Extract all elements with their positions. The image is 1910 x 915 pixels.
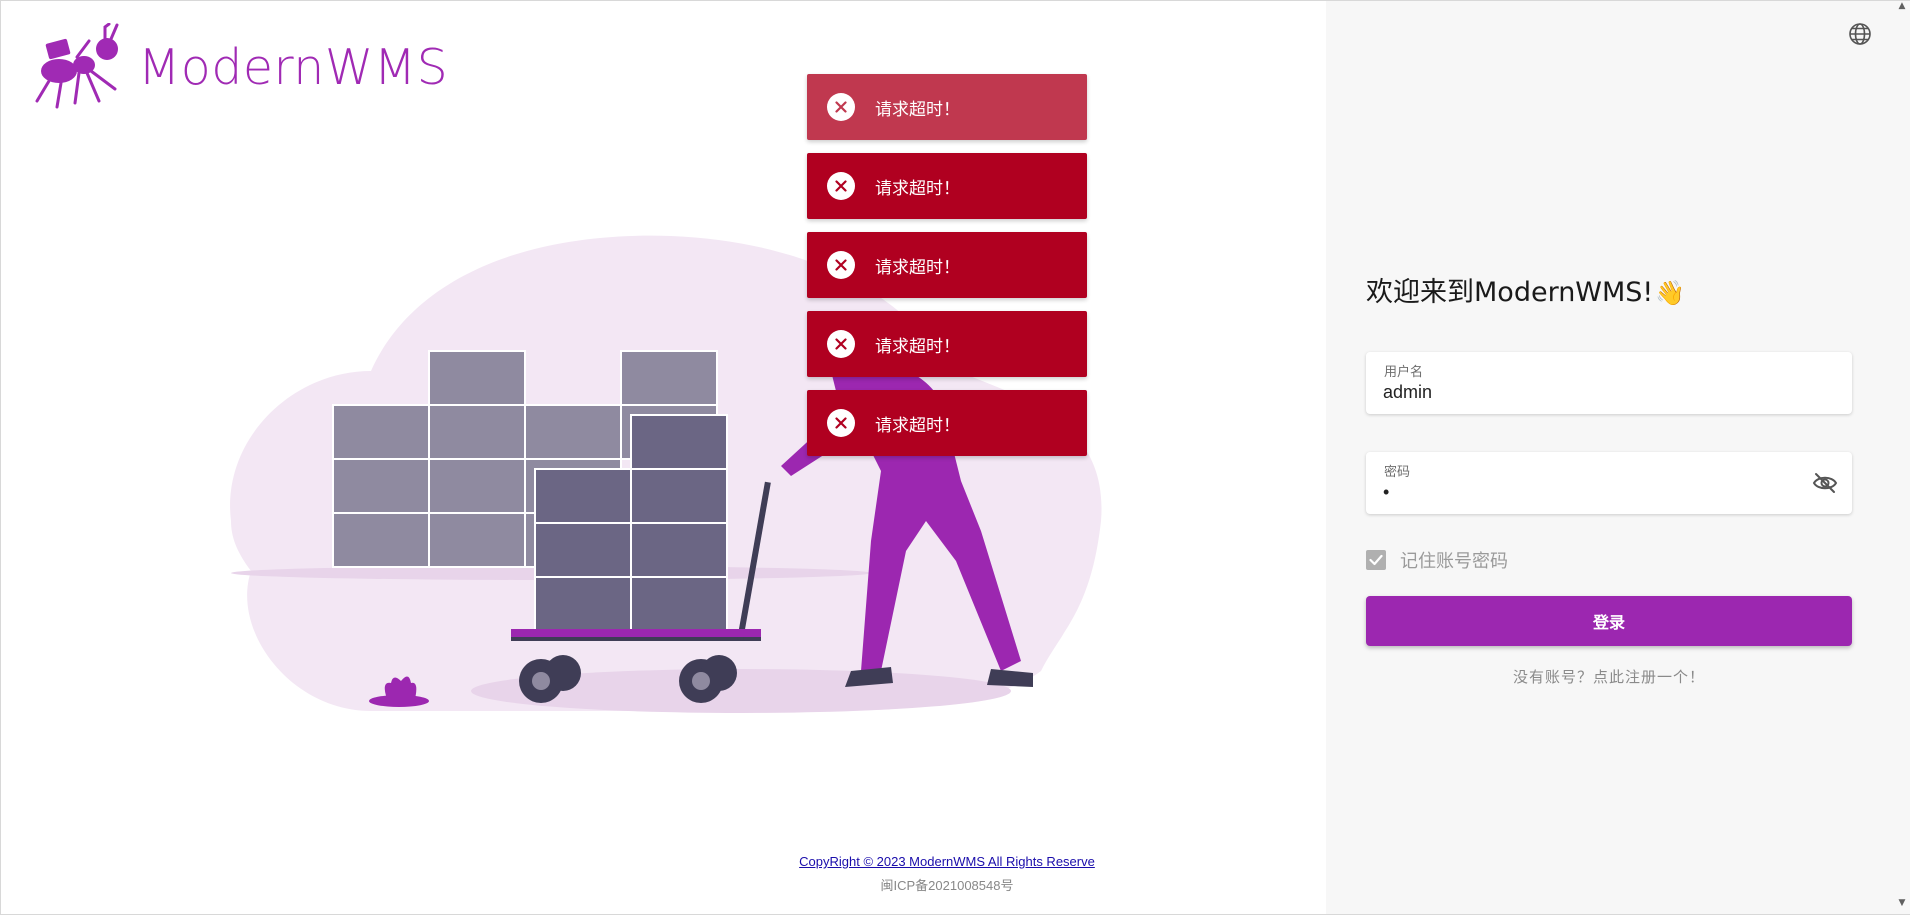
- scroll-down-arrow[interactable]: ▼: [1896, 898, 1908, 910]
- username-field[interactable]: 用户名: [1366, 352, 1852, 414]
- error-toast[interactable]: 请求超时！: [807, 390, 1087, 456]
- error-toast[interactable]: 请求超时！: [807, 74, 1087, 140]
- toast-message: 请求超时！: [875, 336, 960, 357]
- eye-off-icon[interactable]: [1812, 472, 1838, 494]
- welcome-heading: 欢迎来到ModernWMS!👋: [1366, 270, 1685, 309]
- toast-message: 请求超时！: [875, 257, 960, 278]
- error-toast[interactable]: 请求超时！: [807, 232, 1087, 298]
- scroll-up-arrow[interactable]: ▲: [1896, 1, 1908, 13]
- remember-checkbox[interactable]: [1366, 550, 1386, 570]
- remember-label: 记住账号密码: [1400, 551, 1508, 572]
- error-toast[interactable]: 请求超时！: [807, 153, 1087, 219]
- globe-icon[interactable]: [1848, 22, 1872, 46]
- toast-message: 请求超时！: [875, 178, 960, 199]
- password-field[interactable]: 密码: [1366, 452, 1852, 514]
- waving-hand-icon: 👋: [1655, 279, 1686, 307]
- brand-name: ModernWMS: [138, 39, 449, 96]
- left-panel: ModernWMS 请求超时！ 请求超时！ 请求超时！ 请求超时！ 请求超时！ …: [1, 1, 1326, 914]
- close-circle-icon[interactable]: [827, 409, 855, 437]
- register-link[interactable]: 没有账号？点此注册一个！: [1366, 666, 1852, 687]
- toast-message: 请求超时！: [875, 99, 960, 120]
- close-circle-icon[interactable]: [827, 93, 855, 121]
- username-input[interactable]: [1383, 382, 1803, 403]
- close-circle-icon[interactable]: [827, 251, 855, 279]
- welcome-text: 欢迎来到ModernWMS!: [1366, 277, 1654, 308]
- close-circle-icon[interactable]: [827, 330, 855, 358]
- ant-logo-icon: [35, 23, 119, 109]
- error-toast[interactable]: 请求超时！: [807, 311, 1087, 377]
- footer: CopyRight © 2023 ModernWMS All Rights Re…: [797, 854, 1097, 894]
- toast-message: 请求超时！: [875, 415, 960, 436]
- password-input[interactable]: [1383, 482, 1803, 503]
- toast-stack: 请求超时！ 请求超时！ 请求超时！ 请求超时！ 请求超时！: [807, 74, 1087, 469]
- login-button[interactable]: 登录: [1366, 596, 1852, 646]
- copyright-link[interactable]: CopyRight © 2023 ModernWMS All Rights Re…: [797, 854, 1097, 869]
- icp-record: 闽ICP备2021008548号: [880, 878, 1014, 893]
- username-label: 用户名: [1384, 365, 1424, 380]
- close-circle-icon[interactable]: [827, 172, 855, 200]
- remember-me[interactable]: 记住账号密码: [1366, 547, 1508, 573]
- password-label: 密码: [1384, 465, 1411, 480]
